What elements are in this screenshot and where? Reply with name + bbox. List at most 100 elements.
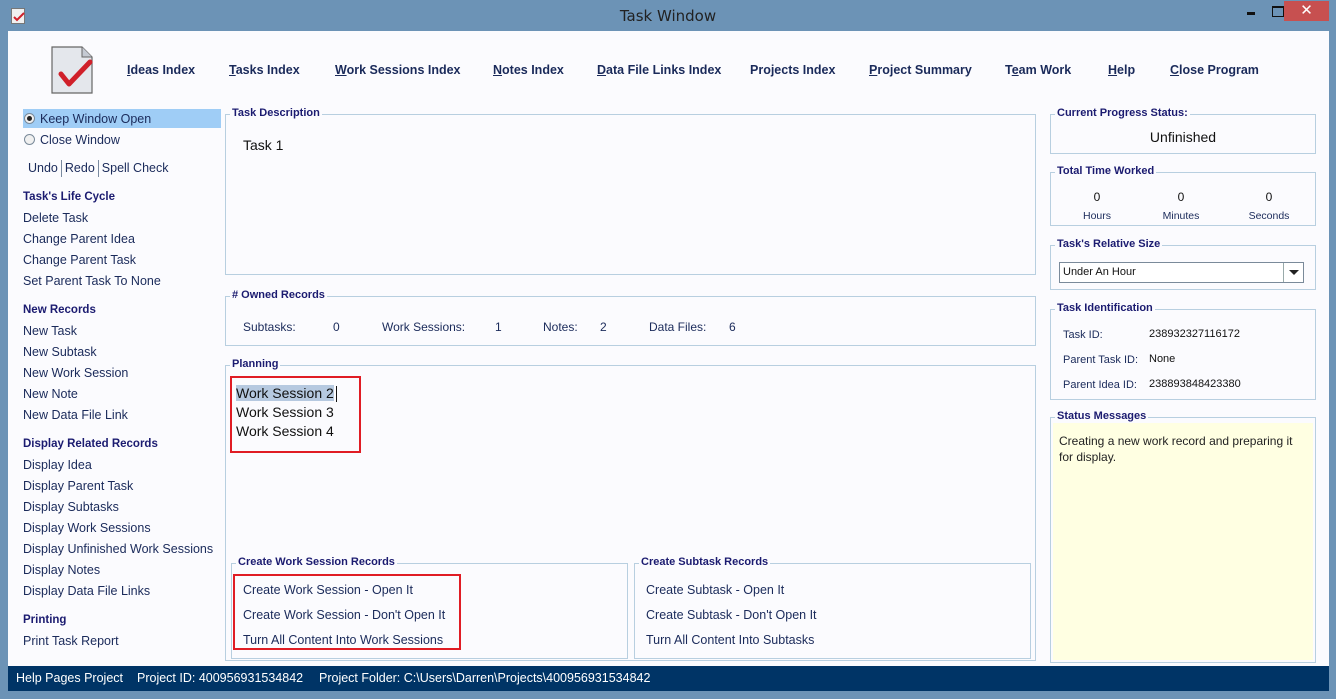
undo-link[interactable]: Undo [25, 161, 61, 177]
nav-help[interactable]: Help [1108, 63, 1135, 77]
radio-selected-icon [24, 113, 35, 124]
nav-team-work[interactable]: Team Work [1005, 63, 1071, 77]
task-check-icon [51, 46, 93, 94]
sidebar-link-new-note[interactable]: New Note [23, 387, 78, 401]
parent-task-id-label: Parent Task ID: [1063, 354, 1138, 366]
close-window-label: Close Window [40, 132, 120, 147]
sidebar-link-set-parent-task-to-none[interactable]: Set Parent Task To None [23, 274, 161, 288]
status-messages-label: Status Messages [1055, 410, 1149, 422]
progress-status-value: Unfinished [1149, 129, 1217, 145]
nav-data-file-links-index[interactable]: Data File Links Index [597, 63, 721, 77]
sidebar-link-delete-task[interactable]: Delete Task [23, 211, 88, 225]
sidebar-heading: Display Related Records [23, 438, 158, 450]
subtasks-count: 0 [333, 320, 340, 334]
annotation-highlight-box [233, 574, 461, 650]
create-work-session-group: Create Work Session Records Create Work … [231, 556, 628, 659]
nav-project-summary[interactable]: Project Summary [869, 63, 972, 77]
task-description-label: Task Description [230, 107, 322, 119]
create-subtask-dont-open-link[interactable]: Create Subtask - Don't Open It [646, 608, 817, 622]
task-description-field[interactable]: Task 1 [243, 137, 283, 153]
relative-size-value: Under An Hour [1063, 266, 1136, 278]
work-sessions-count: 1 [495, 320, 502, 334]
sidebar-link-display-work-sessions[interactable]: Display Work Sessions [23, 521, 151, 535]
seconds-label: Seconds [1248, 210, 1290, 222]
redo-link[interactable]: Redo [62, 161, 98, 177]
chevron-down-icon[interactable] [1283, 263, 1303, 282]
sidebar-link-display-subtasks[interactable]: Display Subtasks [23, 500, 119, 514]
nav-tasks-index[interactable]: Tasks Index [229, 63, 300, 77]
hours-label: Hours [1082, 210, 1111, 222]
sidebar-link-new-task[interactable]: New Task [23, 324, 77, 338]
turn-content-into-subtasks-link[interactable]: Turn All Content Into Subtasks [646, 633, 814, 647]
sidebar-link-display-data-file-links[interactable]: Display Data File Links [23, 584, 150, 598]
create-subtask-open-link[interactable]: Create Subtask - Open It [646, 583, 784, 597]
sidebar-link-display-notes[interactable]: Display Notes [23, 563, 100, 577]
sidebar-link-display-parent-task[interactable]: Display Parent Task [23, 479, 133, 493]
subtasks-count-label: Subtasks: [243, 320, 296, 334]
relative-size-label: Task's Relative Size [1055, 238, 1163, 250]
work-sessions-count-label: Work Sessions: [382, 320, 466, 334]
parent-task-id-value: None [1149, 353, 1176, 365]
keep-window-open-radio[interactable]: Keep Window Open [23, 109, 221, 128]
relative-size-group: Task's Relative Size Under An Hour [1050, 238, 1316, 290]
seconds-readout: 0 Seconds [1229, 190, 1309, 222]
nav-ideas-index[interactable]: Ideas Index [127, 63, 195, 77]
status-messages-group: Status Messages Creating a new work reco… [1050, 410, 1316, 663]
hours-readout: 0 Hours [1057, 190, 1137, 222]
edit-links: Undo Redo Spell Check [25, 160, 172, 177]
progress-status-label: Current Progress Status: [1055, 107, 1190, 119]
minutes-label: Minutes [1162, 210, 1200, 222]
keep-window-open-label: Keep Window Open [40, 111, 152, 126]
project-folder: Project Folder: C:\Users\Darren\Projects… [319, 671, 651, 685]
data-files-count-label: Data Files: [649, 320, 707, 334]
task-id-label: Task ID: [1063, 329, 1103, 341]
notes-count-label: Notes: [543, 320, 578, 334]
owned-records-group: # Owned Records Subtasks: 0 Work Session… [225, 289, 1036, 346]
radio-unselected-icon [24, 134, 35, 145]
project-name: Help Pages Project [16, 671, 124, 685]
nav-notes-index[interactable]: Notes Index [493, 63, 564, 77]
seconds-value: 0 [1265, 190, 1273, 204]
planning-group: Planning Work Session 2 Work Session 3 W… [225, 358, 1036, 661]
sidebar-link-change-parent-task[interactable]: Change Parent Task [23, 253, 136, 267]
sidebar-link-display-unfinished-work-sessions[interactable]: Display Unfinished Work Sessions [23, 542, 213, 556]
nav-projects-index[interactable]: Projects Index [750, 63, 835, 77]
planning-label: Planning [230, 358, 281, 370]
close-window-button[interactable]: ✕ [1284, 1, 1329, 21]
hours-value: 0 [1093, 190, 1101, 204]
task-identification-label: Task Identification [1055, 302, 1155, 314]
owned-records-label: # Owned Records [230, 289, 327, 301]
sidebar-heading: Printing [23, 614, 67, 626]
spell-check-link[interactable]: Spell Check [99, 161, 172, 177]
nav-work-sessions-index[interactable]: Work Sessions Index [335, 63, 461, 77]
window-title: Task Window [619, 7, 717, 25]
sidebar-heading: New Records [23, 304, 96, 316]
window-client: Ideas Index Tasks Index Work Sessions Inde… [8, 31, 1329, 691]
sidebar-heading: Task's Life Cycle [23, 191, 116, 203]
sidebar-link-new-data-file-link[interactable]: New Data File Link [23, 408, 128, 422]
sidebar-link-change-parent-idea[interactable]: Change Parent Idea [23, 232, 135, 246]
annotation-highlight-box [230, 376, 361, 453]
task-description-group: Task Description Task 1 [225, 107, 1036, 275]
nav-close-program[interactable]: Close Program [1170, 63, 1259, 77]
close-window-radio[interactable]: Close Window [23, 130, 221, 149]
parent-idea-id-label: Parent Idea ID: [1063, 379, 1137, 391]
sidebar-link-display-idea[interactable]: Display Idea [23, 458, 92, 472]
parent-idea-id-value: 238893848423380 [1149, 378, 1241, 390]
task-identification-group: Task Identification Task ID: 23893232711… [1050, 302, 1316, 400]
task-id-value: 238932327116172 [1149, 328, 1240, 340]
total-time-worked-group: Total Time Worked 0 Hours 0 Minutes 0 Se… [1050, 165, 1316, 226]
sidebar-link-print-task-report[interactable]: Print Task Report [23, 634, 119, 648]
notes-count: 2 [600, 320, 607, 334]
create-subtask-group: Create Subtask Records Create Subtask - … [634, 556, 1031, 659]
relative-size-select[interactable]: Under An Hour [1059, 262, 1304, 283]
sidebar-link-new-subtask[interactable]: New Subtask [23, 345, 97, 359]
sidebar-link-new-work-session[interactable]: New Work Session [23, 366, 128, 380]
data-files-count: 6 [729, 320, 736, 334]
create-work-session-label: Create Work Session Records [236, 556, 397, 568]
create-subtask-label: Create Subtask Records [639, 556, 771, 568]
project-id: Project ID: 400956931534842 [137, 671, 304, 685]
total-time-worked-label: Total Time Worked [1055, 165, 1157, 177]
progress-status-group: Current Progress Status: Unfinished [1050, 107, 1316, 154]
minimize-button[interactable] [1238, 0, 1264, 20]
